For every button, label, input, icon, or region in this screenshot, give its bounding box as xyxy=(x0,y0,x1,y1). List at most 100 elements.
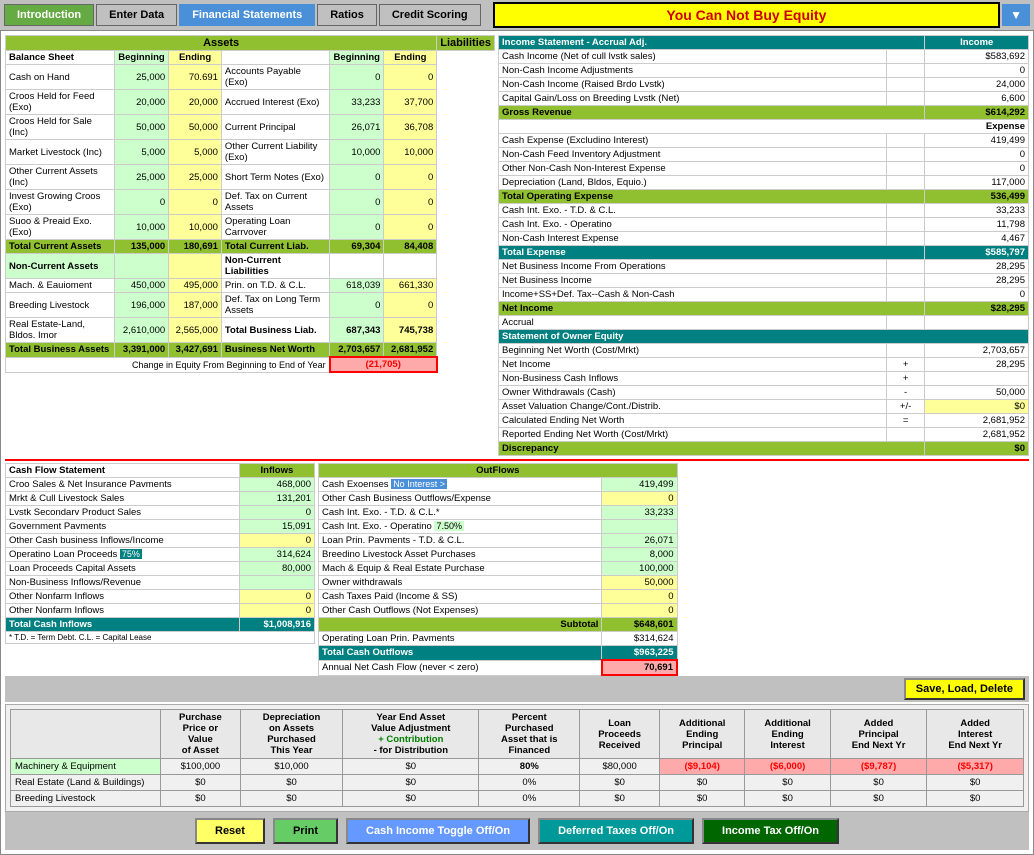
table-row: Other Cash Outflows (Not Expenses)0 xyxy=(319,604,678,618)
cash-outflows-table: OutFlows Cash Exoenses No Interest > 419… xyxy=(318,463,678,676)
table-row: Croo Sales & Net Insurance Pavments468,0… xyxy=(6,478,315,492)
bs-col-label: Balance Sheet xyxy=(6,51,115,65)
table-row: Reported Ending Net Worth (Cost/Mrkt)2,6… xyxy=(499,428,1029,442)
col-header-purchase: PurchasePrice orValueof Asset xyxy=(161,710,241,759)
total-op-expense-row: Total Operating Expense536,499 xyxy=(499,190,1029,204)
income-statement-table: Income Statement - Accrual Adj. Income C… xyxy=(498,35,1029,456)
balance-sheet-section: Assets Liabilities Balance Sheet Beginni… xyxy=(5,35,495,456)
table-row: Owner Withdrawals (Cash)-50,000 xyxy=(499,386,1029,400)
table-row: Cash on Hand 25,000 70.691 Accounts Paya… xyxy=(6,65,495,90)
outflows-header: OutFlows xyxy=(319,464,678,478)
income-statement-title: Income Statement - Accrual Adj. xyxy=(499,36,925,50)
tab-ratios[interactable]: Ratios xyxy=(317,4,377,26)
table-row: Non-Cash Income Adjustments0 xyxy=(499,64,1029,78)
col-header-added-interest: AddedInterestEnd Next Yr xyxy=(927,710,1024,759)
owner-equity-header: Statement of Owner Equity xyxy=(499,330,1029,344)
table-row: Depreciation (Land, Bldos, Equio.)117,00… xyxy=(499,176,1029,190)
total-expense-row: Total Expense$585,797 xyxy=(499,246,1029,260)
bs-col-end: Ending xyxy=(169,51,222,65)
table-row: Mach & Equip & Real Estate Purchase100,0… xyxy=(319,562,678,576)
bs-liab-end: Ending xyxy=(384,51,437,65)
table-row: Loan Proceeds Capital Assets80,000 xyxy=(6,562,315,576)
table-row: Beginning Net Worth (Cost/Mrkt)2,703,657 xyxy=(499,344,1029,358)
table-row: Operatino Loan Proceeds 75% 314,624 xyxy=(6,548,315,562)
table-row: Lvstk Secondarv Product Sales0 xyxy=(6,506,315,520)
asset-financing-table: PurchasePrice orValueof Asset Depreciati… xyxy=(10,709,1024,807)
bs-liab-label xyxy=(221,51,329,65)
table-row: Other Cash business Inflows/Income0 xyxy=(6,534,315,548)
table-row: Cash Exoenses No Interest > 419,499 xyxy=(319,478,678,492)
equity-change-row: Change in Equity From Beginning to End o… xyxy=(6,357,495,372)
real-estate-row: Real Estate (Land & Buildings) $0 $0 $0 … xyxy=(11,775,1024,791)
col-header-add-interest: AdditionalEndingInterest xyxy=(745,710,830,759)
cash-income-toggle[interactable]: Cash Income Toggle Off/On xyxy=(346,818,530,844)
table-row: Cash Income (Net of cull lvstk sales)$58… xyxy=(499,50,1029,64)
income-tax-toggle[interactable]: Income Tax Off/On xyxy=(702,818,839,844)
table-row: Market Livestock (Inc) 5,000 5,000 Other… xyxy=(6,140,495,165)
tab-introduction[interactable]: Introduction xyxy=(4,4,94,26)
table-row: Operating Loan Prin. Pavments$314,624 xyxy=(319,632,678,646)
col-header-label xyxy=(11,710,161,759)
table-row: Suoo & Preaid Exo. (Exo) 10,000 10,000 O… xyxy=(6,215,495,240)
table-row: Cash Int. Exo. - T.D. & C.L.*33,233 xyxy=(319,506,678,520)
save-load-button[interactable]: Save, Load, Delete xyxy=(904,678,1025,700)
table-row: Net Business Income28,295 xyxy=(499,274,1029,288)
main-content: Assets Liabilities Balance Sheet Beginni… xyxy=(0,30,1034,855)
no-interest-badge[interactable]: No Interest > xyxy=(391,479,447,489)
income-header: Income xyxy=(925,36,1029,50)
reset-button[interactable]: Reset xyxy=(195,818,265,844)
deferred-taxes-toggle[interactable]: Deferred Taxes Off/On xyxy=(538,818,694,844)
table-row: Non-Business Inflows/Revenue xyxy=(6,576,315,590)
tab-credit-scoring[interactable]: Credit Scoring xyxy=(379,4,481,26)
inflows-header: Inflows xyxy=(239,464,314,478)
table-row: Croos Held for Feed (Exo) 20,000 20,000 … xyxy=(6,90,495,115)
dropdown-button[interactable]: ▼ xyxy=(1002,4,1030,26)
col-header-depreciation: Depreciationon AssetsPurchasedThis Year xyxy=(240,710,343,759)
total-current-assets-row: Total Current Assets 135,000 180,691 Tot… xyxy=(6,240,495,254)
table-row: Income+SS+Def. Tax--Cash & Non-Cash0 xyxy=(499,288,1029,302)
annual-net-cashflow-row: Annual Net Cash Flow (never < zero) 70,6… xyxy=(319,660,678,675)
cash-flow-section: Cash Flow Statement Inflows Croo Sales &… xyxy=(5,459,1029,676)
table-row: Asset Valuation Change/Cont./Distrib.+/-… xyxy=(499,400,1029,414)
table-row: Capital Gain/Loss on Breeding Lvstk (Net… xyxy=(499,92,1029,106)
table-row: Cash Expense (Excludino Interest)419,499 xyxy=(499,134,1029,148)
tab-financial-statements[interactable]: Financial Statements xyxy=(179,4,315,26)
table-row: Non-Cash Interest Expense4,467 xyxy=(499,232,1029,246)
total-business-assets-row: Total Business Assets 3,391,000 3,427,69… xyxy=(6,343,495,358)
table-row: Government Pavments15,091 xyxy=(6,520,315,534)
top-section: Assets Liabilities Balance Sheet Beginni… xyxy=(5,35,1029,456)
spacer xyxy=(681,463,1029,676)
cash-inflows-table: Cash Flow Statement Inflows Croo Sales &… xyxy=(5,463,315,644)
total-cash-inflows-row: Total Cash Inflows$1,008,916 xyxy=(6,618,315,632)
tab-enter-data[interactable]: Enter Data xyxy=(96,4,177,26)
machinery-row: Machinery & Equipment $100,000 $10,000 $… xyxy=(11,759,1024,775)
total-cash-outflows-row: Total Cash Outflows$963,225 xyxy=(319,646,678,661)
income-owner-section: Income Statement - Accrual Adj. Income C… xyxy=(498,35,1029,456)
navigation-bar: Introduction Enter Data Financial Statem… xyxy=(0,0,1034,30)
expense-header-row: Expense xyxy=(499,120,1029,134)
table-row: Mrkt & Cull Livestock Sales131,201 xyxy=(6,492,315,506)
interest-rate-badge: 7.50% xyxy=(434,521,464,531)
table-row: Non-Cash Feed Inventory Adjustment0 xyxy=(499,148,1029,162)
table-row: Croos Held for Sale (Inc) 50,000 50,000 … xyxy=(6,115,495,140)
table-row: Real Estate-Land, Bldos. Imor 2,610,000 … xyxy=(6,318,495,343)
print-button[interactable]: Print xyxy=(273,818,338,844)
cash-flow-title: Cash Flow Statement xyxy=(6,464,240,478)
table-row: Net Business Income From Operations28,29… xyxy=(499,260,1029,274)
balance-sheet-table: Assets Liabilities Balance Sheet Beginni… xyxy=(5,35,495,373)
cash-outflows-panel: OutFlows Cash Exoenses No Interest > 419… xyxy=(318,463,678,676)
bs-liab-begin: Beginning xyxy=(330,51,384,65)
bottom-section: PurchasePrice orValueof Asset Depreciati… xyxy=(5,704,1029,812)
table-row: Owner withdrawals 50,000 xyxy=(319,576,678,590)
liabilities-header: Liabilities xyxy=(437,36,495,51)
table-row: Breedino Livestock Asset Purchases8,000 xyxy=(319,548,678,562)
banner-text: You Can Not Buy Equity xyxy=(493,2,1000,28)
table-row: Net Income+28,295 xyxy=(499,358,1029,372)
table-row: Cash Int. Exo. - T.D. & C.L.33,233 xyxy=(499,204,1029,218)
table-row: Loan Prin. Pavments - T.D. & C.L.26,071 xyxy=(319,534,678,548)
table-row: Cash Int. Exo. - Operatino 7.50% xyxy=(319,520,678,534)
save-load-bar: Save, Load, Delete xyxy=(5,676,1029,702)
assets-header: Assets xyxy=(6,36,437,51)
col-header-yearend: Year End AssetValue Adjustment+ Contribu… xyxy=(343,710,479,759)
subtotal-row: Subtotal$648,601 xyxy=(319,618,678,632)
